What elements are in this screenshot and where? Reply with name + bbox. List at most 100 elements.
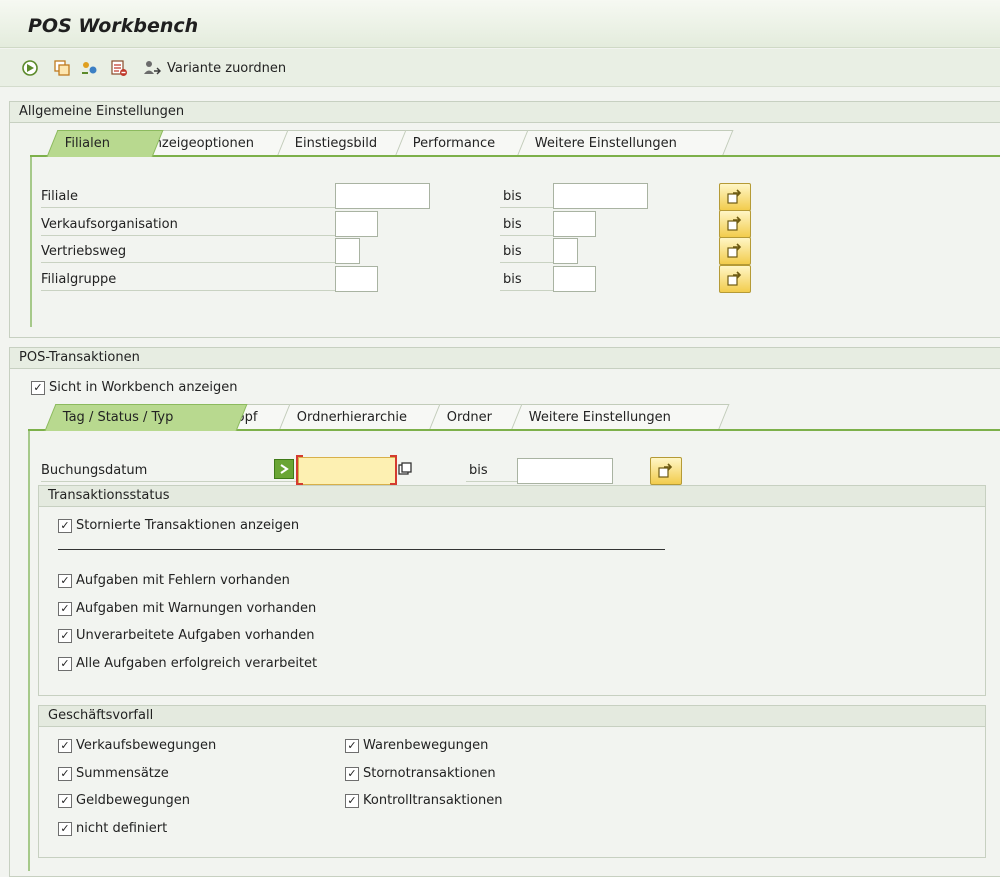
verkaufsorganisation-multiselect-button[interactable] bbox=[719, 210, 751, 238]
vertriebsweg-to-input[interactable] bbox=[553, 238, 578, 264]
select-option-icon[interactable] bbox=[274, 459, 294, 479]
tab-tag-status-typ[interactable]: Tag / Status / Typ bbox=[44, 404, 248, 431]
focus-bracket-right bbox=[390, 455, 397, 485]
verkaufsorganisation-label: Verkaufsorganisation bbox=[41, 217, 178, 232]
geldbewegungen-checkbox[interactable]: ✓ Geldbewegungen bbox=[58, 793, 190, 808]
buchungsdatum-to-input[interactable] bbox=[517, 458, 613, 484]
warenbewegungen-checkbox[interactable]: ✓ Warenbewegungen bbox=[345, 738, 488, 753]
filiale-to-input[interactable] bbox=[553, 183, 648, 209]
checkbox-label: Stornotransaktionen bbox=[363, 766, 496, 781]
checkbox-checked-icon[interactable]: ✓ bbox=[345, 738, 359, 753]
bis-label: bis bbox=[503, 189, 522, 204]
show-in-workbench-label: Sicht in Workbench anzeigen bbox=[49, 380, 238, 395]
kontrolltransaktionen-checkbox[interactable]: ✓ Kontrolltransaktionen bbox=[345, 793, 502, 808]
bis-label: bis bbox=[469, 463, 488, 478]
checkbox-label: Aufgaben mit Warnungen vorhanden bbox=[76, 601, 317, 616]
bis-label: bis bbox=[503, 217, 522, 232]
buchungsdatum-label: Buchungsdatum bbox=[41, 463, 148, 478]
multiple-selection-icon bbox=[727, 271, 742, 286]
status-fehler-checkbox[interactable]: ✓ Aufgaben mit Fehlern vorhanden bbox=[58, 573, 290, 588]
checkbox-checked-icon[interactable]: ✓ bbox=[58, 738, 72, 753]
nicht-definiert-checkbox[interactable]: ✓ nicht definiert bbox=[58, 821, 167, 836]
checkbox-checked-icon[interactable]: ✓ bbox=[58, 793, 72, 808]
vertriebsweg-label: Vertriebsweg bbox=[41, 244, 127, 259]
tab-filialen[interactable]: Filialen bbox=[46, 130, 164, 157]
row-divider bbox=[500, 235, 553, 236]
checkbox-label: Kontrolltransaktionen bbox=[363, 793, 503, 808]
bis-label: bis bbox=[503, 272, 522, 287]
row-divider bbox=[41, 207, 335, 208]
multiple-selection-icon bbox=[727, 216, 742, 231]
status-erfolgreich-checkbox[interactable]: ✓ Alle Aufgaben erfolgreich verarbeitet bbox=[58, 656, 317, 671]
stornierte-transaktionen-checkbox[interactable]: ✓ Stornierte Transaktionen anzeigen bbox=[58, 518, 299, 533]
summensaetze-checkbox[interactable]: ✓ Summensätze bbox=[58, 766, 169, 781]
bis-label: bis bbox=[503, 244, 522, 259]
user-variant-icon[interactable] bbox=[142, 58, 162, 78]
filiale-from-input[interactable] bbox=[335, 183, 430, 209]
checkbox-checked-icon[interactable]: ✓ bbox=[58, 766, 72, 781]
checkbox-label: Aufgaben mit Fehlern vorhanden bbox=[76, 573, 290, 588]
checkbox-label: Summensätze bbox=[76, 766, 169, 781]
filiale-multiselect-button[interactable] bbox=[719, 183, 751, 211]
vertriebsweg-from-input[interactable] bbox=[335, 238, 360, 264]
vertriebsweg-multiselect-button[interactable] bbox=[719, 237, 751, 265]
checkbox-checked-icon[interactable]: ✓ bbox=[58, 518, 72, 533]
filialen-tab-content bbox=[30, 157, 1000, 327]
buchungsdatum-from-input[interactable] bbox=[298, 457, 397, 485]
checkbox-label: Geldbewegungen bbox=[76, 793, 191, 808]
multiple-selection-icon bbox=[727, 189, 742, 204]
checkbox-label: Warenbewegungen bbox=[363, 738, 489, 753]
status-warnungen-checkbox[interactable]: ✓ Aufgaben mit Warnungen vorhanden bbox=[58, 601, 316, 616]
tab-weitere-einstellungen-pos[interactable]: Weitere Einstellungen bbox=[510, 404, 730, 431]
verkaufsorganisation-to-input[interactable] bbox=[553, 211, 596, 237]
checkbox-checked-icon[interactable]: ✓ bbox=[58, 656, 72, 671]
show-in-workbench-checkbox[interactable]: ✓ Sicht in Workbench anzeigen bbox=[31, 380, 238, 395]
business-transaction-title: Geschäftsvorfall bbox=[39, 706, 985, 727]
filialgruppe-to-input[interactable] bbox=[553, 266, 596, 292]
transaction-status-title: Transaktionsstatus bbox=[39, 486, 985, 507]
checkbox-checked-icon[interactable]: ✓ bbox=[345, 766, 359, 781]
row-divider bbox=[41, 262, 335, 263]
separator-line bbox=[58, 549, 665, 550]
row-divider bbox=[500, 262, 553, 263]
row-divider bbox=[500, 290, 553, 291]
filialgruppe-label: Filialgruppe bbox=[41, 272, 117, 287]
row-divider bbox=[500, 207, 553, 208]
tab-weitere-einstellungen[interactable]: Weitere Einstellungen bbox=[516, 130, 734, 157]
status-unverarbeitet-checkbox[interactable]: ✓ Unverarbeitete Aufgaben vorhanden bbox=[58, 628, 315, 643]
checkbox-label: Stornierte Transaktionen anzeigen bbox=[76, 518, 300, 533]
settings-icon[interactable] bbox=[80, 58, 100, 78]
list-delete-icon[interactable] bbox=[109, 58, 129, 78]
row-divider bbox=[41, 290, 335, 291]
checkbox-checked-icon[interactable]: ✓ bbox=[345, 793, 359, 808]
general-settings-title: Allgemeine Einstellungen bbox=[10, 102, 1000, 123]
row-divider bbox=[41, 235, 335, 236]
filiale-label: Filiale bbox=[41, 189, 78, 204]
copy-icon[interactable] bbox=[52, 58, 72, 78]
multiple-selection-icon bbox=[658, 463, 673, 478]
checkbox-label: Verkaufsbewegungen bbox=[76, 738, 217, 753]
multiple-selection-icon bbox=[727, 243, 742, 258]
checkbox-checked-icon[interactable]: ✓ bbox=[31, 380, 45, 395]
buchungsdatum-multiselect-button[interactable] bbox=[650, 457, 682, 485]
checkbox-checked-icon[interactable]: ✓ bbox=[58, 628, 72, 643]
checkbox-label: Unverarbeitete Aufgaben vorhanden bbox=[76, 628, 315, 643]
focus-bracket-left bbox=[296, 455, 303, 485]
execute-icon[interactable] bbox=[20, 58, 40, 78]
filialgruppe-multiselect-button[interactable] bbox=[719, 265, 751, 293]
assign-variant-button[interactable]: Variante zuordnen bbox=[167, 61, 286, 76]
checkbox-checked-icon[interactable]: ✓ bbox=[58, 601, 72, 616]
checkbox-label: Alle Aufgaben erfolgreich verarbeitet bbox=[76, 656, 318, 671]
row-divider bbox=[466, 481, 517, 482]
pos-transactions-title: POS-Transaktionen bbox=[10, 348, 1000, 369]
verkaufsorganisation-from-input[interactable] bbox=[335, 211, 378, 237]
stornotransaktionen-checkbox[interactable]: ✓ Stornotransaktionen bbox=[345, 766, 496, 781]
filialgruppe-from-input[interactable] bbox=[335, 266, 378, 292]
row-divider bbox=[41, 481, 297, 482]
checkbox-label: nicht definiert bbox=[76, 821, 168, 836]
business-transaction-panel: Geschäftsvorfall bbox=[38, 705, 986, 858]
calendar-help-icon[interactable] bbox=[397, 460, 413, 478]
checkbox-checked-icon[interactable]: ✓ bbox=[58, 573, 72, 588]
verkaufsbewegungen-checkbox[interactable]: ✓ Verkaufsbewegungen bbox=[58, 738, 216, 753]
checkbox-checked-icon[interactable]: ✓ bbox=[58, 821, 72, 836]
